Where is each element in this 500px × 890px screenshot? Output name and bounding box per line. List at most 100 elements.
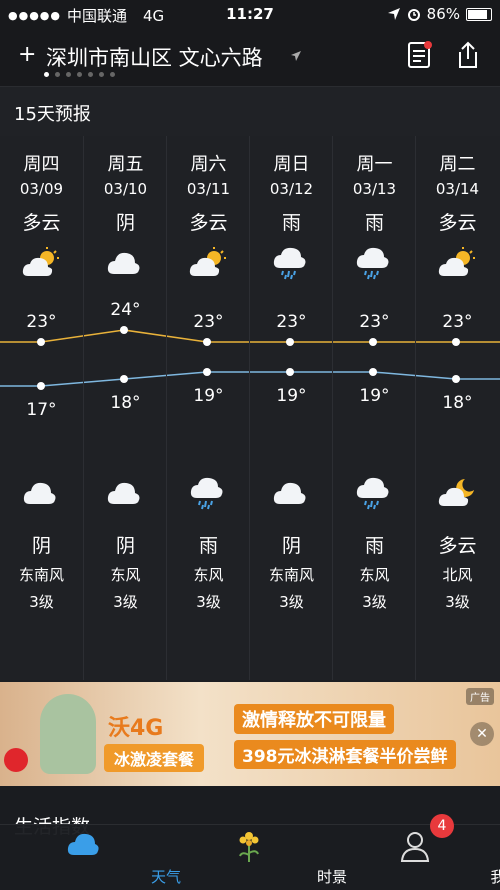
page-dot [99, 72, 104, 77]
day-condition: 雨 [281, 212, 301, 234]
tab-weather[interactable]: 天气 [0, 825, 181, 890]
wind-level: 3级 [196, 593, 221, 611]
day-column[interactable]: 周五 03/10 阴 24° 18° 阴东风 3级 [83, 136, 167, 680]
ad-mascot-image [40, 694, 96, 774]
partly-cloudy-sun-icon [21, 246, 61, 280]
day-name: 周二 [439, 154, 476, 175]
ad-slogan-1: 激情释放不可限量 [234, 704, 394, 734]
partly-cloudy-sun-icon [437, 246, 477, 280]
wind-level: 3级 [279, 593, 304, 611]
cloud-icon [271, 476, 311, 510]
rain-icon [271, 246, 311, 280]
location-title[interactable]: 深圳市南山区 文心六路 [46, 42, 263, 72]
page-dot [44, 72, 49, 77]
night-condition: 多云 [438, 535, 477, 557]
person-icon [400, 832, 430, 862]
ad-brand: 沃4G [108, 716, 164, 741]
location-arrow-icon [387, 8, 400, 20]
day-date: 03/13 [352, 180, 397, 198]
ad-close-icon[interactable]: ✕ [470, 722, 494, 746]
tab-me[interactable]: 我 [332, 825, 500, 890]
night-condition: 阴 [281, 535, 301, 557]
day-column[interactable]: 周四 03/09 多云 23° 17° 阴东南风 3级 [0, 136, 83, 680]
page-indicator[interactable] [44, 72, 115, 77]
high-temp: 24° [110, 300, 141, 320]
ad-banner[interactable]: 沃4G 冰激凌套餐 激情释放不可限量 398元冰淇淋套餐半价尝鲜 广告 ✕ [0, 682, 500, 786]
status-right: 86% [387, 5, 492, 23]
low-temp: 18° [110, 393, 141, 413]
notification-badge: 4 [430, 814, 454, 838]
day-condition: 雨 [364, 212, 384, 234]
day-date: 03/10 [103, 180, 148, 198]
day-column[interactable]: 周二 03/14 多云 23° 18° 多云北风 3级 [415, 136, 499, 680]
rain-icon [354, 476, 394, 510]
tab-scenery[interactable]: 时景 [166, 825, 347, 890]
wind-direction: 东风 [110, 566, 141, 584]
forecast-title: 15天预报 [14, 104, 91, 125]
cloud-icon [67, 833, 99, 855]
rain-icon [354, 246, 394, 280]
wind-direction: 北风 [442, 566, 473, 584]
cloud-icon [21, 476, 61, 510]
page-dot [88, 72, 93, 77]
day-name: 周六 [190, 154, 227, 175]
day-column[interactable]: 周一 03/13 雨 23° 19° 雨东风 3级 [332, 136, 416, 680]
high-temp: 23° [442, 312, 473, 332]
high-temp: 23° [276, 312, 307, 332]
cloud-icon [105, 246, 145, 280]
day-column[interactable]: 周六 03/11 多云 23° 19° 雨东风 3级 [166, 136, 250, 680]
page-dot [55, 72, 60, 77]
wind-direction: 东南风 [18, 566, 64, 584]
battery-icon [466, 7, 492, 21]
low-temp: 17° [26, 400, 57, 420]
low-temp: 18° [442, 393, 473, 413]
high-temp: 23° [359, 312, 390, 332]
status-bar: ●●●●● 中国联通 4G 11:27 86% [0, 0, 500, 28]
partly-cloudy-sun-icon [188, 246, 228, 280]
battery-percent: 86% [426, 5, 460, 23]
page-dot [66, 72, 71, 77]
wind-direction: 东风 [193, 566, 224, 584]
ad-package: 冰激凌套餐 [104, 744, 205, 772]
day-date: 03/11 [186, 180, 231, 198]
night-condition: 雨 [364, 535, 384, 557]
wind-direction: 东风 [359, 566, 390, 584]
night-condition: 雨 [198, 535, 218, 557]
low-temp: 19° [359, 386, 390, 406]
day-column[interactable]: 周日 03/12 雨 23° 19° 阴东南风 3级 [249, 136, 333, 680]
tab-bar: 天气 时景 我 [0, 824, 500, 890]
high-temp: 23° [26, 312, 57, 332]
forecast-grid[interactable]: 周四 03/09 多云 23° 17° 阴东南风 3级 周五 03/10 阴 24° 18° 阴东风 3级… [0, 136, 500, 680]
day-date: 03/14 [435, 180, 480, 198]
day-name: 周五 [107, 154, 144, 175]
day-name: 周四 [23, 154, 60, 175]
tab-label: 我 [490, 868, 500, 886]
day-date: 03/09 [19, 180, 64, 198]
night-condition: 阴 [31, 535, 51, 557]
partly-cloudy-moon-icon [437, 476, 477, 510]
high-temp: 23° [193, 312, 224, 332]
low-temp: 19° [276, 386, 307, 406]
wind-direction: 东南风 [268, 566, 314, 584]
page-dot [110, 72, 115, 77]
wind-level: 3级 [113, 593, 138, 611]
flower-icon [239, 832, 259, 862]
rain-icon [188, 476, 228, 510]
forecast-title-row: 15天预报 [0, 86, 500, 137]
ad-slogan-2: 398元冰淇淋套餐半价尝鲜 [234, 740, 456, 769]
news-icon[interactable] [406, 40, 434, 70]
day-name: 周一 [356, 154, 393, 175]
add-city-button[interactable]: + [18, 42, 36, 67]
wind-level: 3级 [445, 593, 470, 611]
share-icon[interactable] [454, 40, 482, 70]
day-condition: 多云 [22, 212, 61, 234]
day-condition: 多云 [189, 212, 228, 234]
ad-logo-icon [4, 748, 28, 772]
alarm-icon [407, 9, 420, 21]
low-temp: 19° [193, 386, 224, 406]
wind-level: 3级 [29, 593, 54, 611]
day-condition: 多云 [438, 212, 477, 234]
page-dot [77, 72, 82, 77]
wind-level: 3级 [362, 593, 387, 611]
day-date: 03/12 [269, 180, 314, 198]
